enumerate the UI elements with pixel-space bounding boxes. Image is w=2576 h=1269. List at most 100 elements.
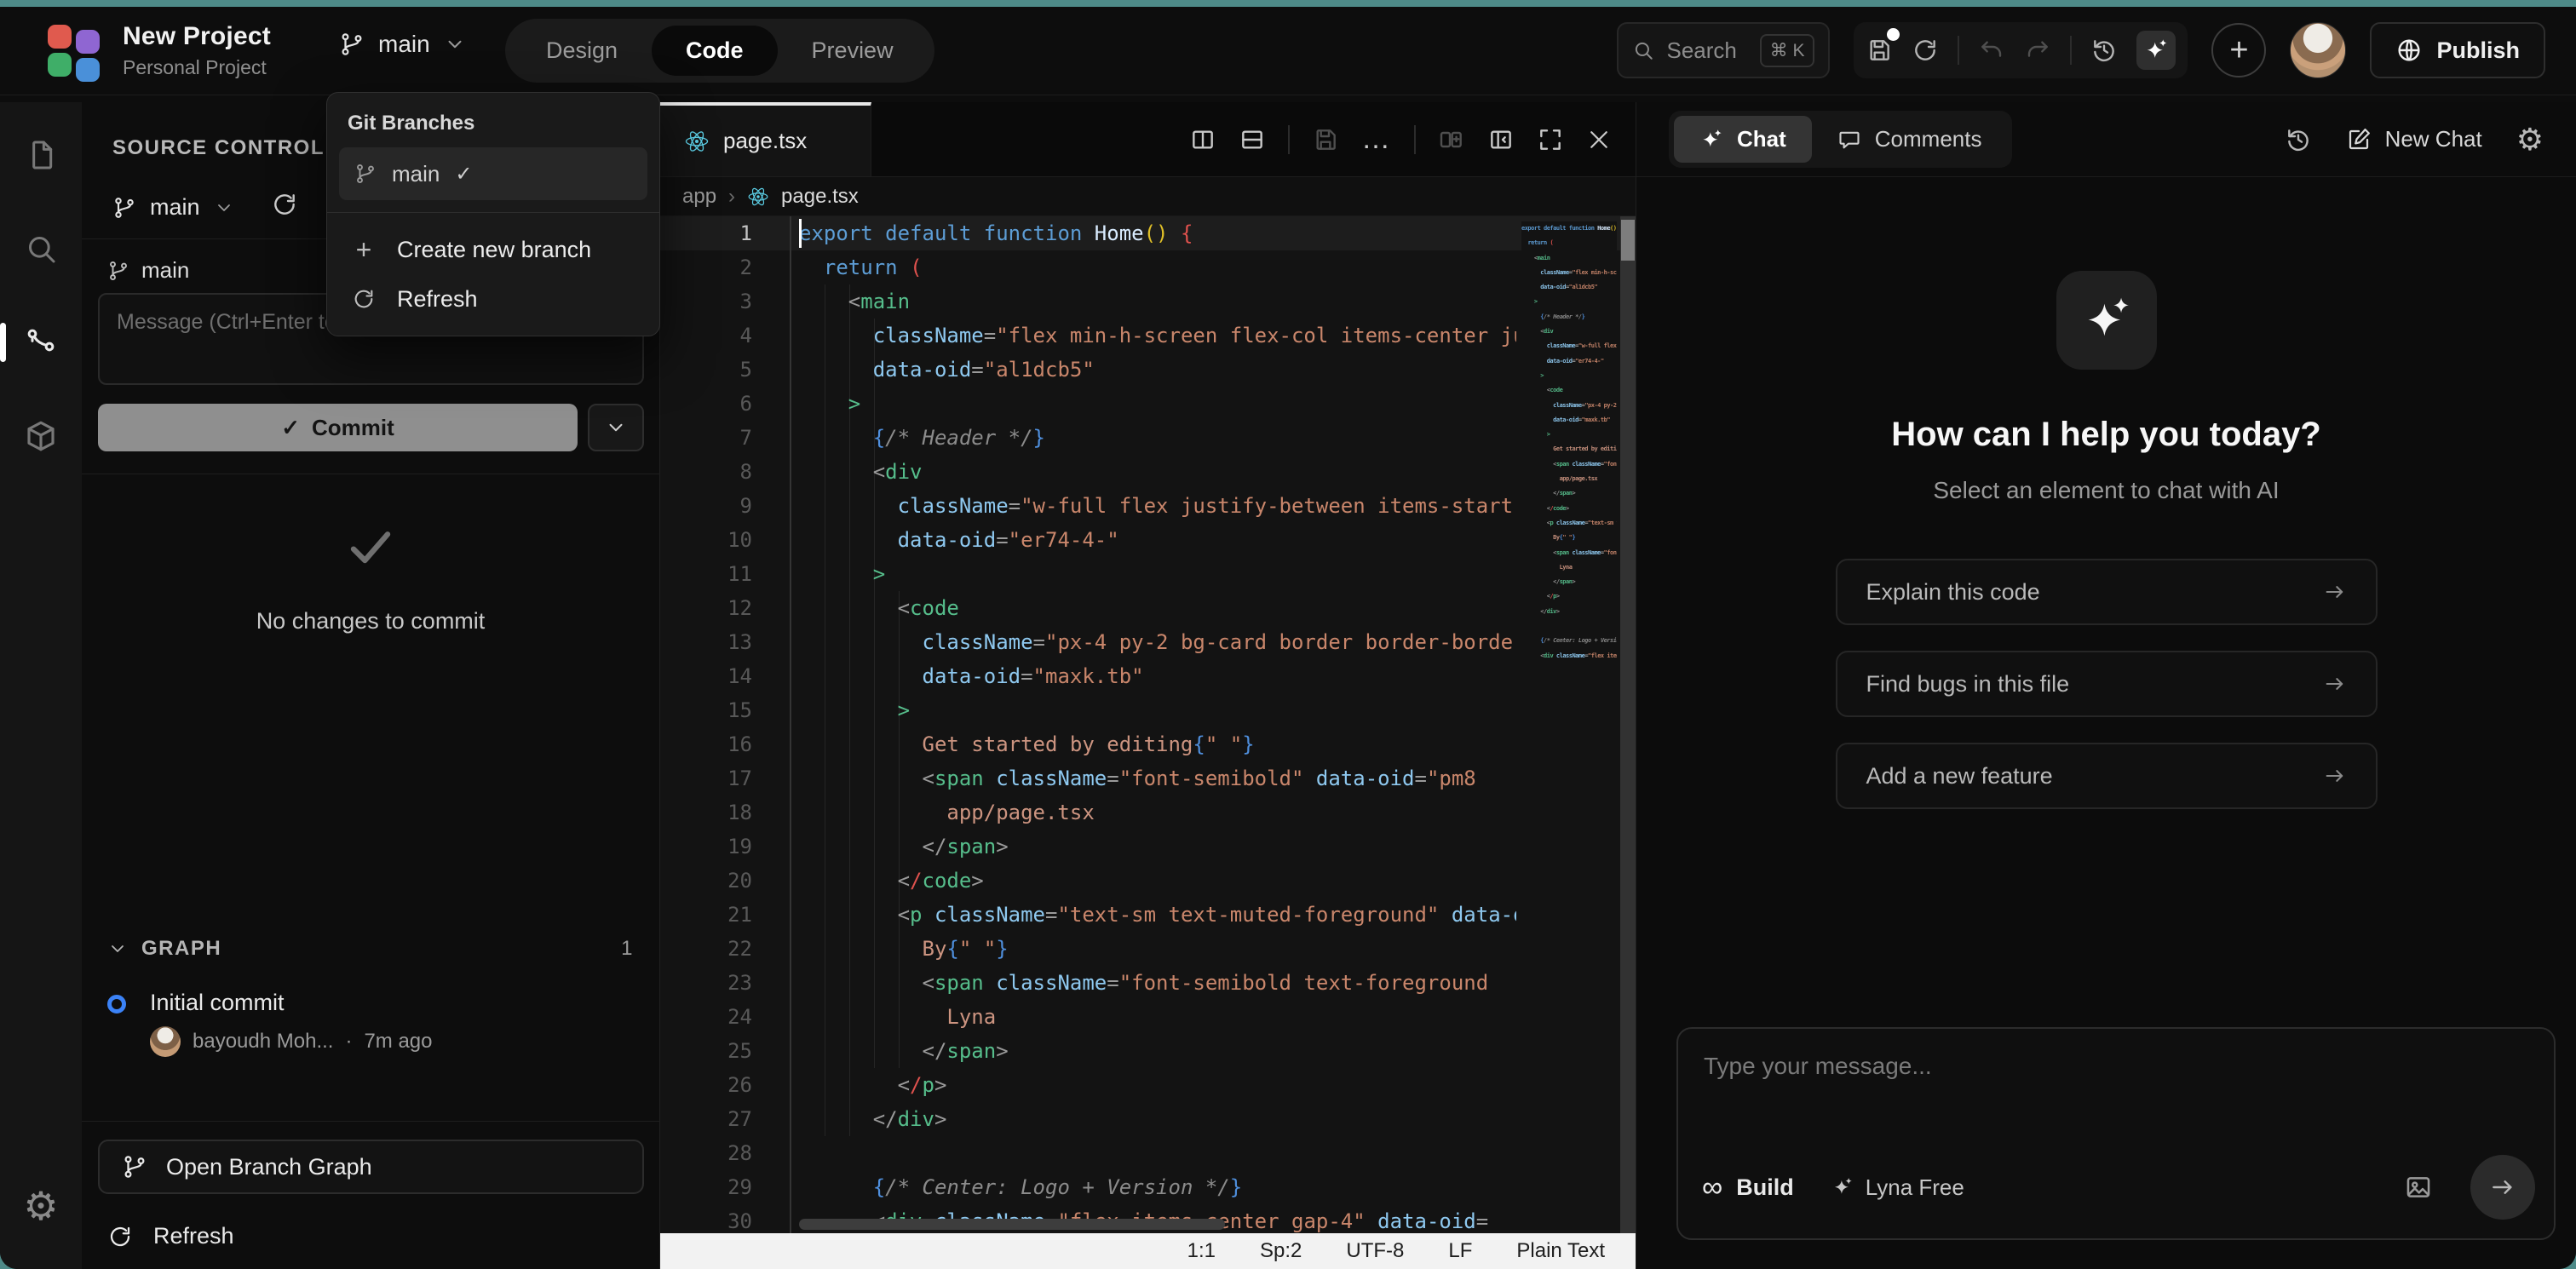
refresh-icon — [107, 1224, 133, 1249]
history-toolbar — [1854, 22, 2188, 78]
suggestion-explain-code[interactable]: Explain this code — [1836, 559, 2378, 625]
line-number: 10 — [660, 523, 752, 557]
split-horizontal-icon[interactable] — [1239, 126, 1266, 153]
header-branch-selector[interactable]: main — [339, 31, 466, 58]
code-editor: page.tsx … app › page.tsx 1234 — [660, 102, 1636, 1269]
line-number: 12 — [660, 591, 752, 625]
version-history-icon[interactable] — [2090, 37, 2118, 64]
suggestion-label: Explain this code — [1866, 579, 2040, 606]
status-cursor-position: 1:1 — [1187, 1239, 1216, 1263]
model-selector[interactable]: Lyna Free — [1831, 1174, 1964, 1201]
line-number: 9 — [660, 489, 752, 523]
line-number: 7 — [660, 421, 752, 455]
ai-sparkles-button[interactable] — [2136, 31, 2176, 70]
graph-refresh-button[interactable]: Refresh — [107, 1223, 234, 1249]
tab-chat[interactable]: Chat — [1674, 116, 1812, 163]
send-button[interactable] — [2470, 1155, 2535, 1220]
search-shortcut: ⌘ K — [1760, 34, 1815, 67]
code-area[interactable]: 1234567891011121314151617181920212223242… — [660, 216, 1636, 1233]
chat-heading: How can I help you today? — [1636, 416, 2576, 454]
commit-node-icon — [107, 995, 126, 1013]
refresh-button[interactable] — [1912, 37, 1939, 64]
chat-history-icon[interactable] — [2285, 126, 2312, 153]
open-branch-graph-label: Open Branch Graph — [166, 1154, 372, 1180]
user-avatar[interactable] — [2290, 22, 2346, 78]
attach-image-icon[interactable] — [2404, 1173, 2433, 1202]
save-button[interactable] — [1866, 37, 1893, 64]
tab-design[interactable]: Design — [512, 26, 652, 76]
horizontal-scrollbar[interactable] — [799, 1219, 1225, 1230]
more-options-icon[interactable]: … — [1361, 123, 1392, 156]
line-number: 17 — [660, 761, 752, 795]
source-control-icon[interactable] — [0, 301, 82, 383]
pencil-square-icon — [2346, 127, 2372, 152]
editor-tab-page-tsx[interactable]: page.tsx — [660, 102, 871, 176]
commit-time: 7m ago — [364, 1030, 432, 1054]
minimap[interactable]: export default function Home() { return … — [1521, 221, 1617, 1233]
search-sidebar-icon[interactable] — [0, 208, 82, 290]
publish-button[interactable]: Publish — [2370, 22, 2545, 78]
collapse-panel-icon[interactable] — [1487, 126, 1515, 153]
fullscreen-icon[interactable] — [1537, 126, 1564, 153]
panel-branch-selector[interactable]: main — [112, 194, 234, 221]
vertical-scrollbar[interactable] — [1620, 216, 1636, 1233]
save-file-icon[interactable] — [1312, 126, 1339, 153]
chevron-down-icon — [107, 939, 128, 959]
status-indent: Sp:2 — [1260, 1239, 1302, 1263]
graph-refresh-label: Refresh — [153, 1223, 234, 1249]
toolbar-divider — [1414, 125, 1416, 154]
close-editor-icon[interactable] — [1586, 127, 1612, 152]
tab-code[interactable]: Code — [652, 26, 778, 76]
refresh-icon — [349, 287, 378, 311]
commit-button-label: Commit — [312, 415, 394, 441]
chat-message-input[interactable] — [1678, 1029, 2554, 1157]
chat-settings-gear-icon[interactable]: ⚙ — [2516, 122, 2544, 158]
search-label: Search — [1666, 37, 1736, 64]
tab-preview[interactable]: Preview — [778, 26, 928, 76]
settings-gear-icon[interactable]: ⚙ — [0, 1165, 82, 1247]
suggestion-add-feature[interactable]: Add a new feature — [1836, 743, 2378, 809]
check-icon — [343, 520, 398, 574]
branch-refresh-icon[interactable] — [271, 191, 298, 218]
publish-label: Publish — [2436, 37, 2520, 64]
line-number: 3 — [660, 284, 752, 319]
author-avatar — [150, 1026, 181, 1057]
open-branch-graph-button[interactable]: Open Branch Graph — [98, 1140, 644, 1194]
project-brand[interactable]: New Project Personal Project — [48, 22, 271, 79]
commit-list-item[interactable]: Initial commit bayoudh Moh... · 7m ago — [107, 990, 433, 1057]
undo-button[interactable] — [1978, 37, 2005, 64]
line-number: 25 — [660, 1034, 752, 1068]
breadcrumb-dir[interactable]: app — [682, 185, 716, 209]
model-label: Lyna Free — [1866, 1174, 1964, 1201]
search-input[interactable]: Search ⌘ K — [1617, 22, 1830, 78]
suggestion-find-bugs[interactable]: Find bugs in this file — [1836, 651, 2378, 717]
unsaved-dot-badge — [1887, 28, 1900, 41]
branch-option-main[interactable]: main ✓ — [339, 147, 647, 200]
line-number: 18 — [660, 795, 752, 830]
breadcrumb-file[interactable]: page.tsx — [781, 185, 859, 209]
refresh-branches-item[interactable]: Refresh — [339, 274, 647, 324]
ai-sparkle-badge — [2056, 271, 2157, 370]
git-branch-icon — [354, 163, 377, 185]
new-chat-button[interactable]: New Chat — [2346, 126, 2482, 152]
add-button[interactable]: + — [2211, 23, 2266, 78]
graph-section-header[interactable]: GRAPH 1 — [107, 937, 634, 961]
redo-button[interactable] — [2024, 37, 2051, 64]
breadcrumb[interactable]: app › page.tsx — [660, 177, 1636, 216]
app-window: New Project Personal Project main Design… — [0, 7, 2576, 1269]
commit-options-button[interactable] — [588, 404, 644, 451]
scrollbar-thumb[interactable] — [1621, 220, 1635, 261]
split-vertical-icon[interactable] — [1189, 126, 1216, 153]
graph-title: GRAPH — [141, 937, 221, 961]
text-cursor — [799, 219, 802, 248]
commit-button[interactable]: ✓ Commit — [98, 404, 578, 451]
build-mode-toggle[interactable]: ∞ Build — [1702, 1171, 1794, 1204]
plus-icon: + — [349, 234, 378, 266]
packages-icon[interactable] — [0, 395, 82, 477]
line-number: 21 — [660, 898, 752, 932]
tab-comments[interactable]: Comments — [1812, 116, 2008, 163]
git-branch-icon — [122, 1154, 147, 1180]
files-icon[interactable] — [0, 114, 82, 196]
create-branch-item[interactable]: + Create new branch — [339, 225, 647, 274]
new-panel-icon[interactable] — [1438, 126, 1465, 153]
